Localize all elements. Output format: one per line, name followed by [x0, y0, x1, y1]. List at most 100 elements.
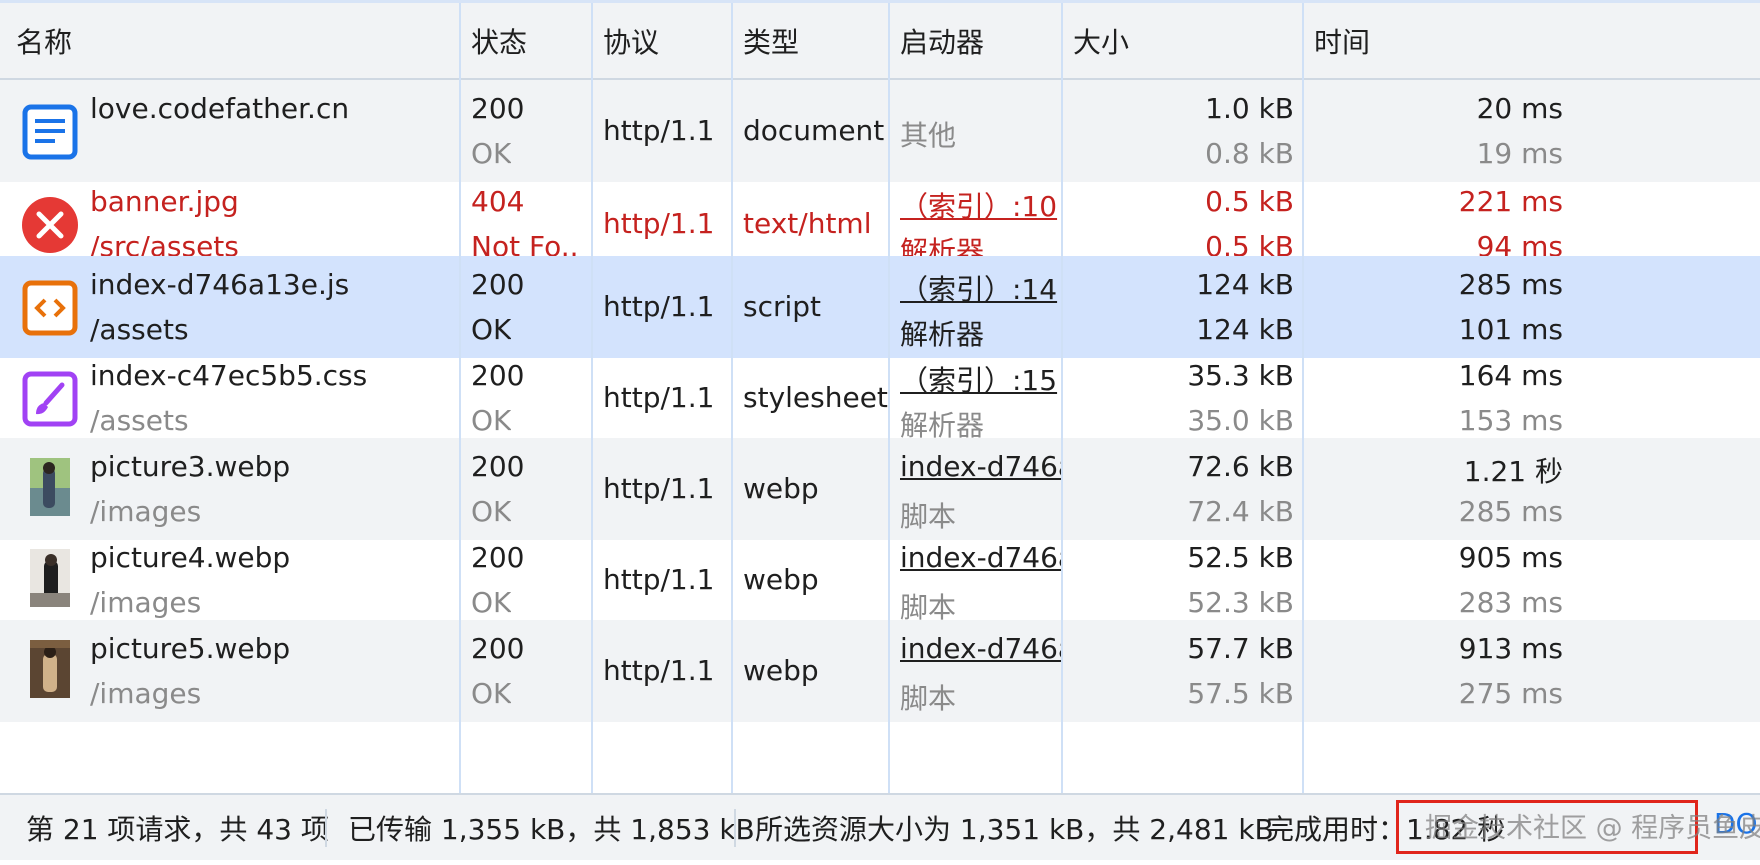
- size: 52.5 kB: [1187, 541, 1294, 574]
- protocol: http/1.1: [603, 654, 715, 687]
- table-row[interactable]: picture3.webp /images 200 OK http/1.1 we…: [0, 438, 1760, 540]
- divider: [325, 809, 327, 847]
- transferred-size: 已传输 1,355 kB，共 1,853 kB: [348, 813, 755, 846]
- status-text: OK: [471, 677, 512, 710]
- request-name: picture4.webp: [90, 541, 291, 574]
- time: 905 ms: [1458, 541, 1563, 574]
- size: 57.7 kB: [1187, 632, 1294, 665]
- column-header-size[interactable]: 大小: [1073, 0, 1129, 80]
- initiator-link[interactable]: （索引）:10: [900, 185, 1060, 225]
- request-path: /images: [90, 677, 202, 710]
- column-divider[interactable]: [1061, 0, 1063, 793]
- table-row[interactable]: picture5.webp /images 200 OK http/1.1 we…: [0, 620, 1760, 722]
- latency: 275 ms: [1458, 677, 1563, 710]
- stylesheet-icon: [22, 371, 78, 427]
- status-text: OK: [471, 313, 512, 346]
- column-header-status[interactable]: 状态: [471, 0, 527, 80]
- status-text: OK: [471, 586, 512, 619]
- resource-size: 35.0 kB: [1187, 404, 1294, 437]
- initiator: 其他: [900, 119, 957, 152]
- resource-size: 124 kB: [1196, 313, 1294, 346]
- column-header-time[interactable]: 时间: [1314, 0, 1370, 80]
- status-text: OK: [471, 137, 512, 170]
- request-path: /assets: [90, 313, 189, 346]
- request-path: /assets: [90, 404, 189, 437]
- latency: 283 ms: [1458, 586, 1563, 619]
- initiator-type: 脚本: [900, 682, 957, 715]
- column-header-name[interactable]: 名称: [16, 0, 72, 80]
- status-code: 200: [471, 359, 525, 392]
- initiator-link[interactable]: （索引）:15: [900, 359, 1060, 399]
- protocol: http/1.1: [603, 381, 715, 414]
- protocol: http/1.1: [603, 472, 715, 505]
- request-name: index-d746a13e.js: [90, 268, 350, 301]
- request-path: /images: [90, 586, 202, 619]
- status-code: 200: [471, 632, 525, 665]
- resource-size: 57.5 kB: [1187, 677, 1294, 710]
- request-name: picture3.webp: [90, 450, 291, 483]
- initiator-link[interactable]: index-d746a1: [900, 632, 1062, 665]
- time: 164 ms: [1458, 359, 1563, 392]
- status-code: 200: [471, 541, 525, 574]
- resource-type: script: [743, 290, 822, 323]
- status-code: 200: [471, 450, 525, 483]
- table-row-selected[interactable]: index-d746a13e.js /assets 200 OK http/1.…: [0, 256, 1760, 358]
- table-header: 名称 状态 协议 类型 启动器 大小 时间: [0, 0, 1760, 80]
- request-name: banner.jpg: [90, 185, 239, 218]
- column-header-type[interactable]: 类型: [743, 0, 799, 80]
- request-name: love.codefather.cn: [90, 92, 350, 125]
- time: 20 ms: [1476, 92, 1563, 125]
- time: 913 ms: [1458, 632, 1563, 665]
- image-thumbnail-icon: [30, 549, 70, 607]
- resource-type: document: [743, 114, 885, 147]
- time: 1.21 秒: [1463, 455, 1563, 488]
- resource-type: webp: [743, 472, 819, 505]
- error-icon: [22, 197, 78, 253]
- status-code: 200: [471, 92, 525, 125]
- status-code: 404: [471, 185, 525, 218]
- initiator-link[interactable]: （索引）:14: [900, 268, 1060, 308]
- column-header-initiator[interactable]: 启动器: [900, 0, 984, 80]
- size: 1.0 kB: [1205, 92, 1294, 125]
- size: 35.3 kB: [1187, 359, 1294, 392]
- protocol: http/1.1: [603, 290, 715, 323]
- watermark: 掘金技术社区 @ 程序员鱼皮: [1425, 813, 1760, 844]
- resource-type: webp: [743, 654, 819, 687]
- request-name: picture5.webp: [90, 632, 291, 665]
- column-divider[interactable]: [888, 0, 890, 793]
- resource-size: 0.8 kB: [1205, 137, 1294, 170]
- request-count: 第 21 项请求，共 43 项: [26, 813, 329, 846]
- top-border: [0, 0, 1760, 3]
- table-row[interactable]: index-c47ec5b5.css /assets 200 OK http/1…: [0, 347, 1760, 449]
- protocol: http/1.1: [603, 563, 715, 596]
- size: 124 kB: [1196, 268, 1294, 301]
- image-thumbnail-icon: [30, 458, 70, 516]
- resource-type: webp: [743, 563, 819, 596]
- column-divider[interactable]: [731, 0, 733, 793]
- latency: 153 ms: [1458, 404, 1563, 437]
- resource-size: 52.3 kB: [1187, 586, 1294, 619]
- request-path: /images: [90, 495, 202, 528]
- size: 0.5 kB: [1205, 185, 1294, 218]
- latency: 19 ms: [1476, 137, 1563, 170]
- latency: 285 ms: [1458, 495, 1563, 528]
- initiator-link[interactable]: index-d746a1: [900, 541, 1062, 574]
- image-thumbnail-icon: [30, 640, 70, 698]
- initiator-link[interactable]: index-d746a1: [900, 450, 1062, 483]
- column-divider[interactable]: [1302, 0, 1304, 793]
- table-row[interactable]: love.codefather.cn 200 OK http/1.1 docum…: [0, 80, 1760, 182]
- column-divider[interactable]: [459, 0, 461, 793]
- resource-type: stylesheet: [743, 381, 888, 414]
- resource-size: 72.4 kB: [1187, 495, 1294, 528]
- divider: [734, 809, 736, 847]
- script-icon: [22, 280, 78, 336]
- resources-size: 所选资源大小为 1,351 kB，共 2,481 kB: [755, 813, 1274, 846]
- protocol: http/1.1: [603, 114, 715, 147]
- table-row[interactable]: picture4.webp /images 200 OK http/1.1 we…: [0, 529, 1760, 631]
- status-text: OK: [471, 495, 512, 528]
- protocol: http/1.1: [603, 207, 715, 240]
- time: 221 ms: [1458, 185, 1563, 218]
- request-name: index-c47ec5b5.css: [90, 359, 368, 392]
- column-divider[interactable]: [591, 0, 593, 793]
- column-header-protocol[interactable]: 协议: [603, 0, 659, 80]
